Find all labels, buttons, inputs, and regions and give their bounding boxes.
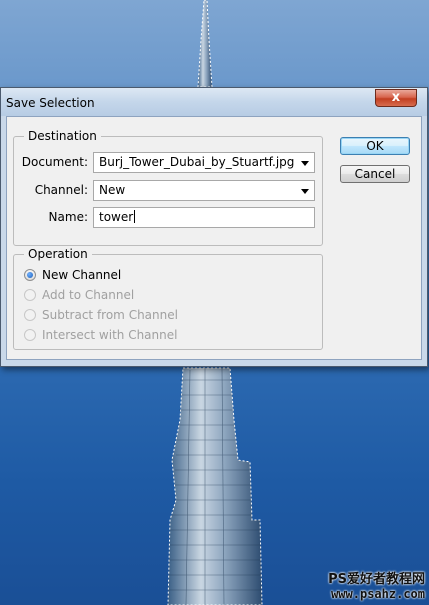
operation-group: Operation New Channel Add to Channel Sub…	[13, 247, 323, 350]
channel-select[interactable]: New	[93, 180, 315, 201]
radio-label: Intersect with Channel	[42, 328, 178, 342]
radio-unchecked-icon	[24, 309, 36, 321]
chevron-down-icon	[301, 161, 309, 166]
document-select[interactable]: Burj_Tower_Dubai_by_Stuartf.jpg	[93, 152, 315, 173]
watermark-url: www.psahz.com	[331, 587, 425, 601]
dialog-title: Save Selection	[6, 96, 95, 110]
name-label: Name:	[48, 210, 88, 224]
radio-checked-icon	[24, 269, 36, 281]
destination-legend: Destination	[24, 129, 101, 143]
chevron-down-icon	[301, 189, 309, 194]
radio-unchecked-icon	[24, 289, 36, 301]
save-selection-dialog: Save Selection x Destination Document: B…	[0, 87, 428, 367]
channel-label: Channel:	[34, 183, 88, 197]
destination-group: Destination Document: Burj_Tower_Dubai_b…	[13, 129, 323, 246]
channel-select-value: New	[99, 183, 126, 197]
dialog-titlebar[interactable]: Save Selection x	[1, 88, 427, 116]
site-watermark: PS爱好者教程网 www.psahz.com	[328, 568, 425, 601]
close-icon: x	[391, 90, 401, 105]
watermark-title: PS爱好者教程网	[328, 572, 425, 587]
radio-unchecked-icon	[24, 329, 36, 341]
ok-button[interactable]: OK	[340, 137, 410, 155]
radio-label: New Channel	[42, 268, 122, 282]
name-input[interactable]: tower	[93, 207, 315, 228]
text-caret	[134, 210, 136, 223]
cancel-button[interactable]: Cancel	[340, 165, 410, 183]
document-select-value: Burj_Tower_Dubai_by_Stuartf.jpg	[99, 155, 295, 169]
radio-label: Add to Channel	[42, 288, 135, 302]
name-input-value: tower	[99, 210, 134, 224]
dialog-body: Destination Document: Burj_Tower_Dubai_b…	[6, 116, 422, 360]
radio-label: Subtract from Channel	[42, 308, 178, 322]
close-button[interactable]: x	[375, 89, 417, 107]
operation-legend: Operation	[24, 247, 92, 261]
document-label: Document:	[21, 155, 88, 169]
